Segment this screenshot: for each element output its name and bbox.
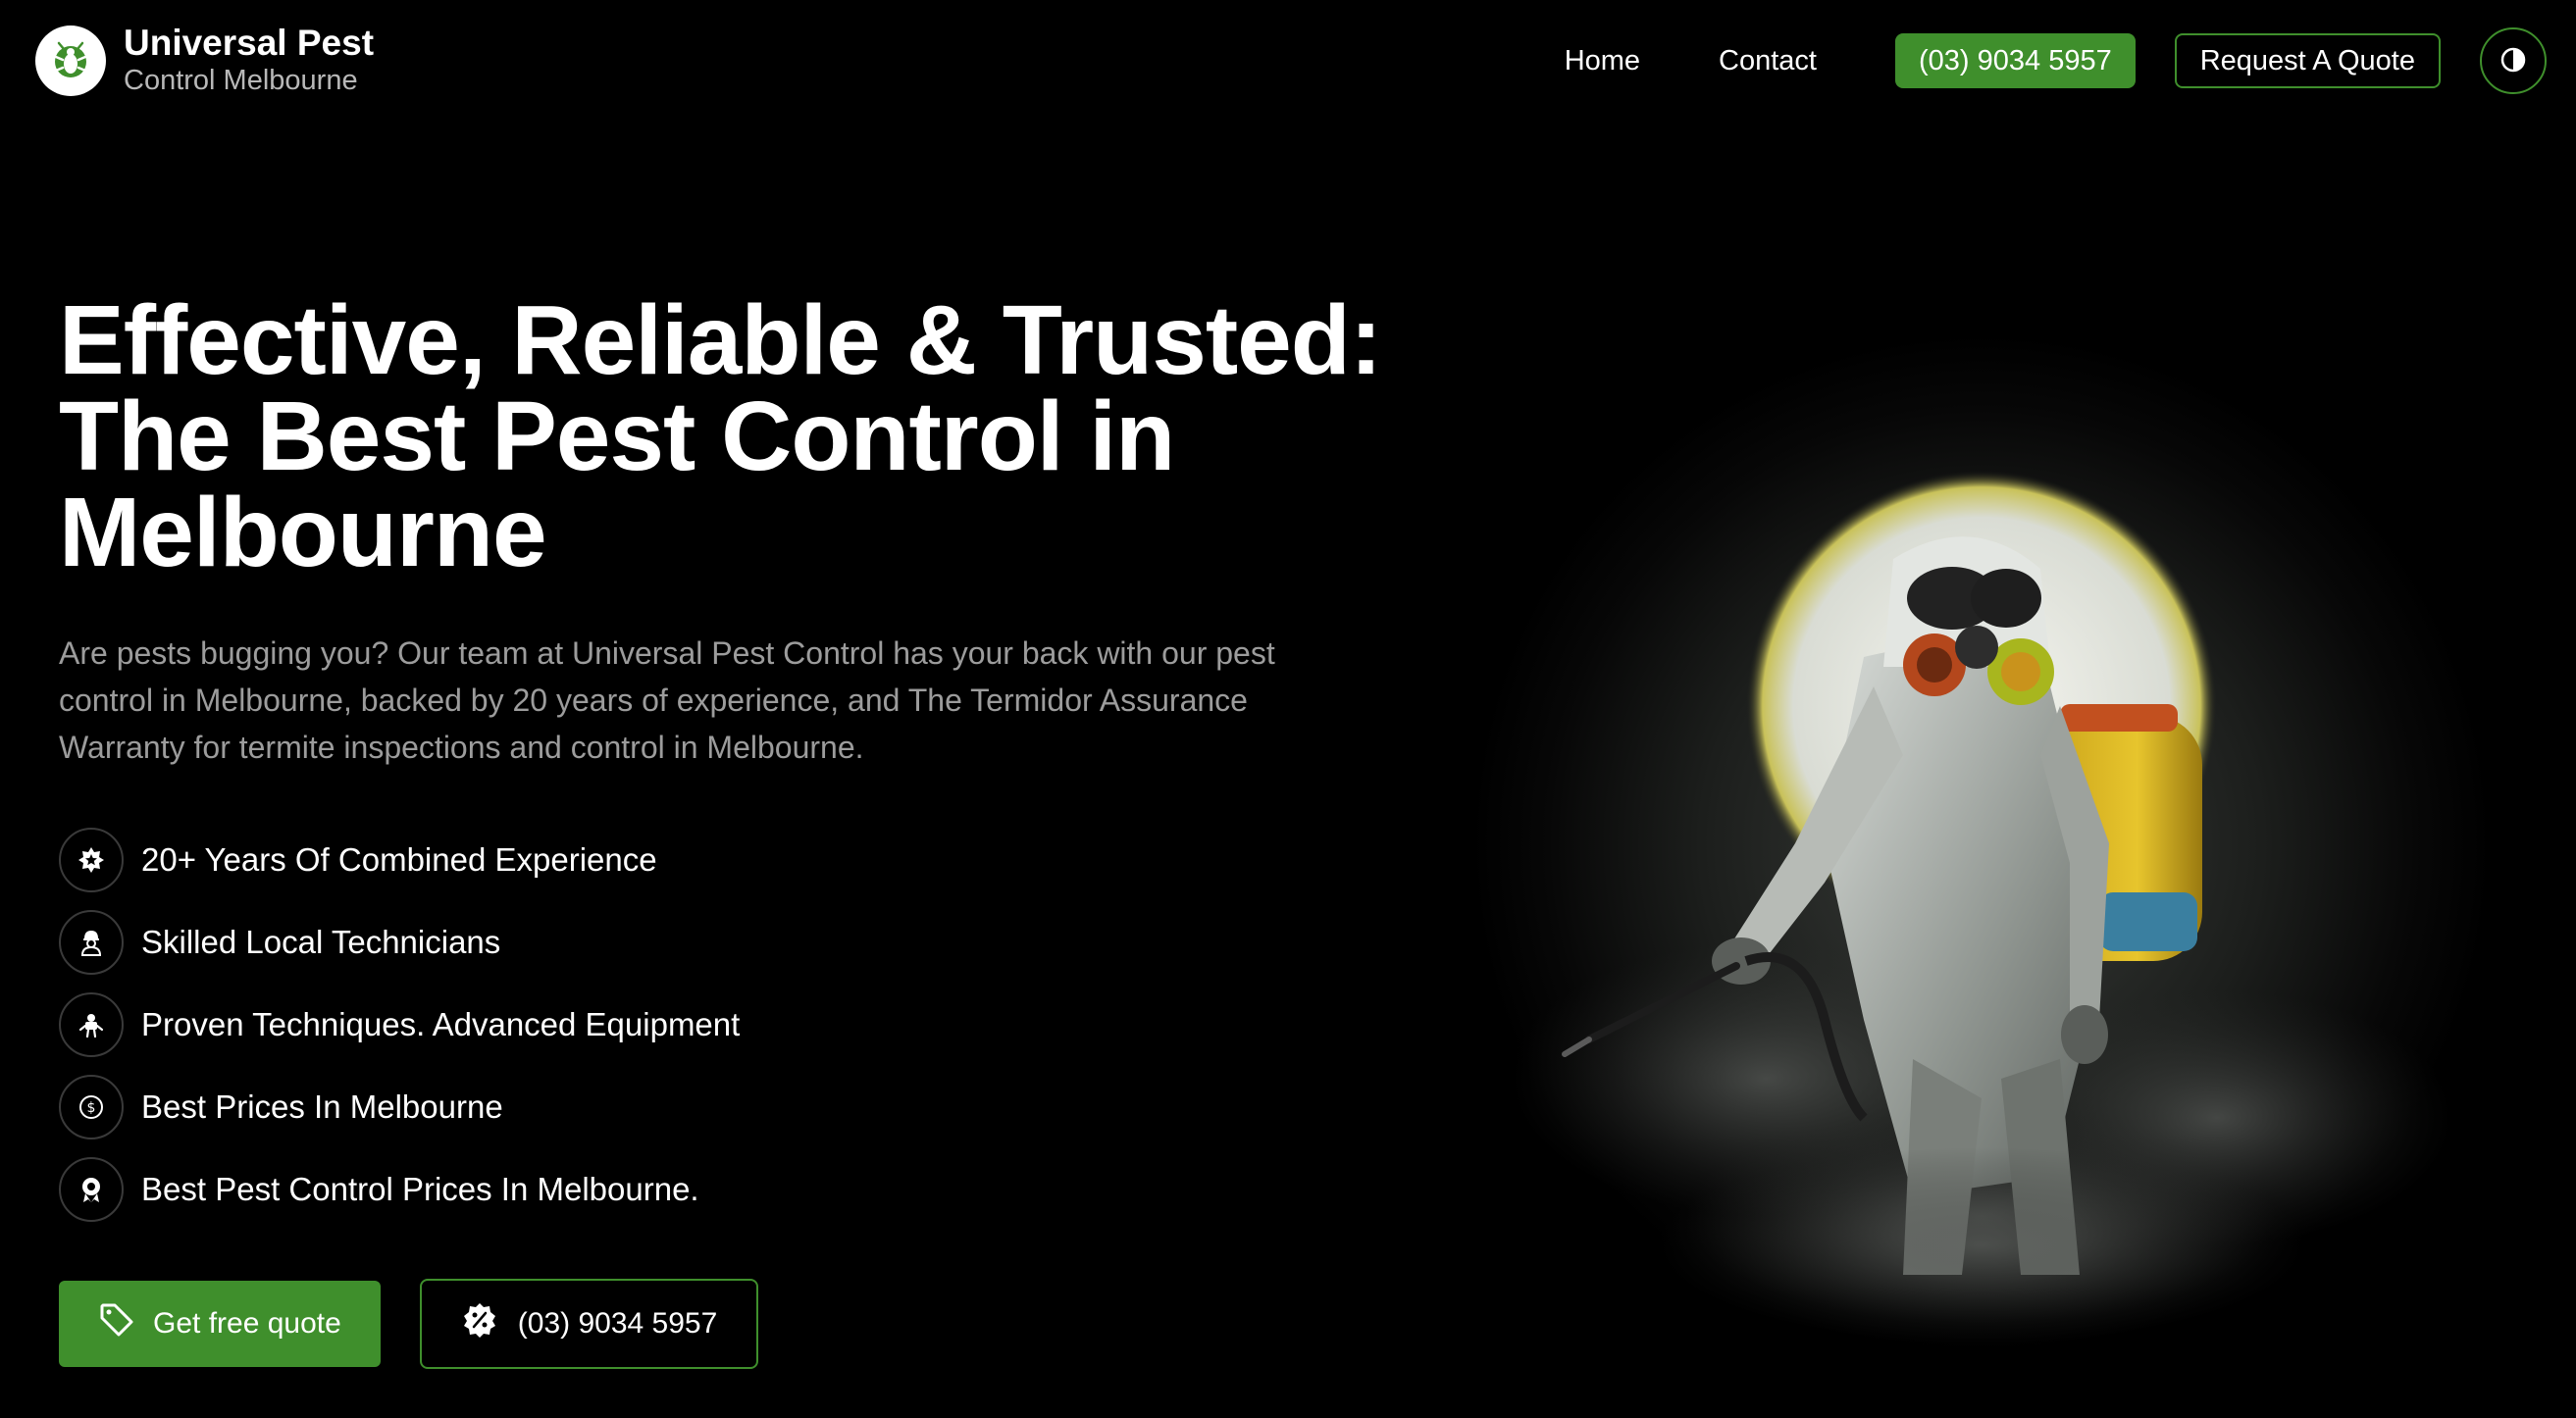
feature-label: Skilled Local Technicians [141, 924, 501, 960]
hero-title: Effective, Reliable & Trusted: The Best … [59, 285, 1382, 587]
hero-technician-image [1471, 333, 2492, 1353]
get-free-quote-button[interactable]: Get free quote [59, 1281, 381, 1367]
get-free-quote-label: Get free quote [153, 1307, 341, 1340]
request-quote-button[interactable]: Request A Quote [2174, 33, 2441, 88]
call-phone-label: (03) 9034 5957 [517, 1307, 718, 1340]
feature-item: Best Pest Control Prices In Melbourne. [59, 1156, 740, 1223]
feature-item: Skilled Local Technicians [59, 909, 740, 976]
feature-item: $ Best Prices In Melbourne [59, 1074, 740, 1140]
dollar-icon: $ [59, 1075, 124, 1139]
feature-label: Proven Techniques. Advanced Equipment [141, 1006, 741, 1042]
nav-phone-button[interactable]: (03) 9034 5957 [1895, 33, 2136, 88]
nav-contact-link[interactable]: Contact [1719, 45, 1817, 77]
technician-icon [59, 910, 124, 975]
page: Universal Pest Control Melbourne Home Co… [0, 0, 2576, 1418]
feature-label: 20+ Years Of Combined Experience [141, 841, 657, 878]
badge-star-icon [59, 828, 124, 892]
contrast-icon [2500, 47, 2526, 76]
tag-icon [98, 1301, 135, 1346]
hero-description: Are pests bugging you? Our team at Unive… [59, 635, 1275, 765]
brand-title: Universal Pest [124, 23, 375, 63]
nav-home-link[interactable]: Home [1565, 45, 1640, 77]
feature-list: 20+ Years Of Combined Experience Skilled… [59, 827, 740, 1239]
feature-item: Proven Techniques. Advanced Equipment [59, 991, 740, 1058]
discount-badge-icon [461, 1301, 498, 1346]
feature-item: 20+ Years Of Combined Experience [59, 827, 740, 893]
brand-subtitle: Control Melbourne [124, 65, 358, 96]
brand-logo-link[interactable]: Universal Pest Control Melbourne [35, 24, 374, 98]
cta-row: Get free quote (03) 9034 5957 [59, 1279, 759, 1369]
main-nav: Home Contact (03) 9034 5957 Request A Qu… [1565, 27, 2547, 94]
equipment-icon [59, 992, 124, 1057]
bug-logo-icon [35, 25, 106, 96]
call-phone-button[interactable]: (03) 9034 5957 [419, 1279, 759, 1369]
feature-label: Best Pest Control Prices In Melbourne. [141, 1171, 699, 1207]
feature-label: Best Prices In Melbourne [141, 1089, 503, 1125]
svg-text:$: $ [87, 1100, 96, 1116]
brand-text: Universal Pest Control Melbourne [124, 24, 374, 98]
site-header: Universal Pest Control Melbourne Home Co… [0, 0, 2576, 122]
award-icon [59, 1157, 124, 1222]
theme-toggle-button[interactable] [2480, 27, 2547, 94]
